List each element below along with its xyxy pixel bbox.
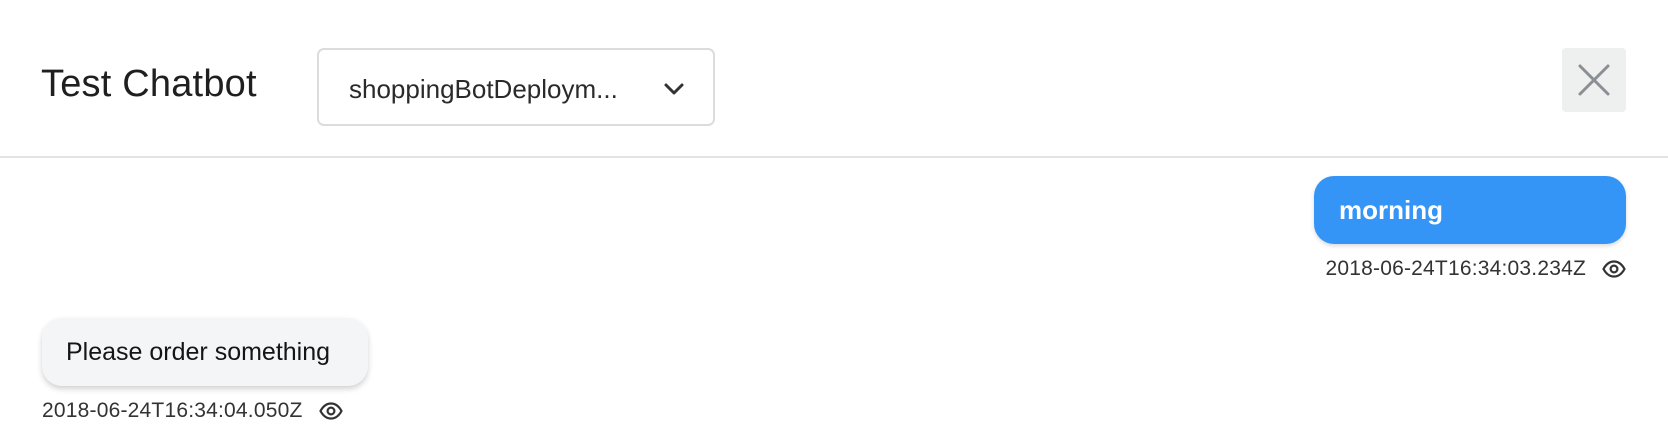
user-message-meta: 2018-06-24T16:34:03.234Z xyxy=(1326,254,1627,284)
eye-icon[interactable] xyxy=(1602,260,1626,278)
message-timestamp: 2018-06-24T16:34:04.050Z xyxy=(42,399,303,422)
deployment-select-value: shoppingBotDeploym... xyxy=(349,74,618,104)
bot-message-meta: 2018-06-24T16:34:04.050Z xyxy=(42,396,343,426)
bot-message-bubble: Please order something xyxy=(42,318,368,386)
user-message-bubble: morning xyxy=(1314,176,1626,244)
close-icon xyxy=(1578,64,1610,96)
dialog-header: Test Chatbot shoppingBotDeploym... xyxy=(0,0,1668,158)
deployment-select[interactable]: shoppingBotDeploym... xyxy=(317,48,715,126)
message-timestamp: 2018-06-24T16:34:03.234Z xyxy=(1325,257,1586,280)
close-button[interactable] xyxy=(1562,48,1626,112)
eye-icon[interactable] xyxy=(318,402,343,420)
chevron-down-icon xyxy=(661,76,687,102)
chatbot-test-dialog: Test Chatbot shoppingBotDeploym... morni… xyxy=(0,0,1668,441)
dialog-title: Test Chatbot xyxy=(41,63,257,105)
message-list: morning 2018-06-24T16:34:03.234Z Please … xyxy=(0,158,1668,441)
